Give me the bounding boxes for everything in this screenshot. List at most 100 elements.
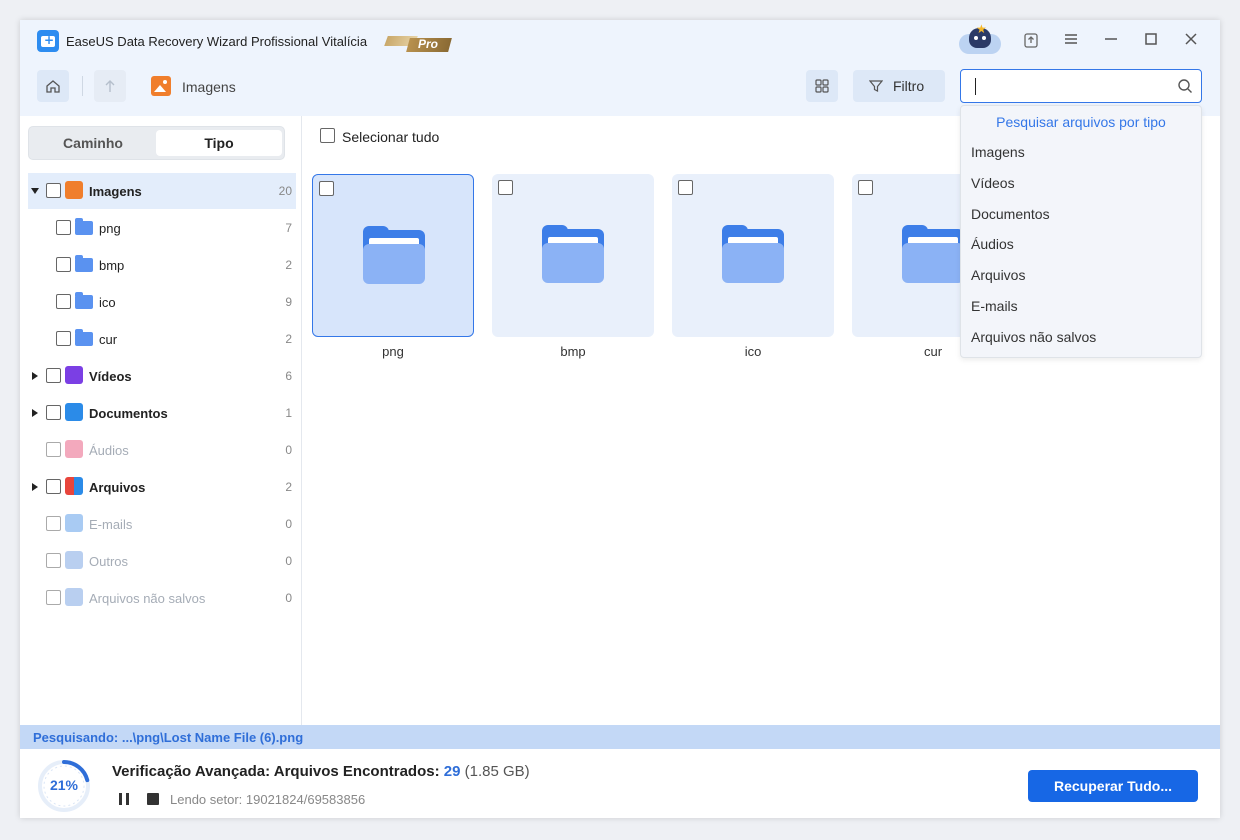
dropdown-item-emails[interactable]: E-mails <box>971 298 1018 314</box>
checkbox[interactable] <box>46 368 61 383</box>
folder-card-label: png <box>382 344 404 359</box>
select-all-checkbox[interactable] <box>320 128 335 143</box>
tree-item-png[interactable]: png 7 <box>28 210 296 246</box>
found-size: (1.85 GB) <box>464 763 530 780</box>
video-icon <box>65 366 83 384</box>
search-input[interactable] <box>973 77 1163 95</box>
menu-icon[interactable] <box>1061 31 1081 51</box>
tree-item-label: cur <box>99 332 118 347</box>
tree-item-count: 1 <box>285 406 292 420</box>
minimize-icon[interactable] <box>1101 31 1121 51</box>
recover-all-button[interactable]: Recuperar Tudo... <box>1028 770 1198 802</box>
folder-card-bmp[interactable] <box>492 174 654 337</box>
stop-icon[interactable] <box>147 793 159 805</box>
pro-badge-label: Pro <box>418 37 439 51</box>
pro-badge: Pro <box>384 32 452 52</box>
scan-title: Verificação Avançada: Arquivos Encontrad… <box>112 763 440 780</box>
tree-item-count: 2 <box>285 480 292 494</box>
folder-card-label: ico <box>744 344 762 359</box>
tree-item-label: png <box>99 221 121 236</box>
email-icon <box>65 514 83 532</box>
tab-caminho[interactable]: Caminho <box>32 130 154 156</box>
tree-item-label: Imagens <box>89 184 142 199</box>
checkbox[interactable] <box>319 181 334 196</box>
tree-item-count: 0 <box>285 554 292 568</box>
tree-item-label: Arquivos <box>89 480 146 495</box>
app-logo-icon <box>37 30 59 52</box>
other-icon <box>65 551 83 569</box>
tree-item-label: Áudios <box>89 443 129 458</box>
expand-arrow-icon[interactable] <box>32 483 38 491</box>
folder-card-png[interactable] <box>312 174 474 337</box>
search-icon[interactable] <box>1177 78 1193 94</box>
grid-icon <box>815 79 829 93</box>
grid-view-button[interactable] <box>806 70 838 102</box>
tree-item-bmp[interactable]: bmp 2 <box>28 247 296 283</box>
tab-tipo[interactable]: Tipo <box>156 130 282 156</box>
home-button[interactable] <box>37 70 69 102</box>
checkbox[interactable] <box>46 516 61 531</box>
checkbox[interactable] <box>678 180 693 195</box>
checkbox[interactable] <box>46 442 61 457</box>
checkbox[interactable] <box>56 220 71 235</box>
scan-status-strip: Pesquisando: ...\png\Lost Name File (6).… <box>20 725 1220 749</box>
folder-icon <box>722 225 784 283</box>
checkbox[interactable] <box>56 257 71 272</box>
view-mode-toggle: Caminho Tipo <box>28 126 285 160</box>
tree-item-emails[interactable]: E-mails 0 <box>28 506 296 542</box>
dropdown-item-documentos[interactable]: Documentos <box>971 206 1050 222</box>
pause-icon[interactable] <box>118 793 130 805</box>
expand-arrow-icon[interactable] <box>32 372 38 380</box>
filter-button[interactable]: Filtro <box>853 70 945 102</box>
tree-item-videos[interactable]: Vídeos 6 <box>28 358 296 394</box>
tree-item-ico[interactable]: ico 9 <box>28 284 296 320</box>
checkbox[interactable] <box>56 331 71 346</box>
upload-icon[interactable] <box>1021 31 1041 51</box>
folder-icon <box>75 292 93 309</box>
breadcrumb: Imagens <box>182 79 236 95</box>
tree-item-documentos[interactable]: Documentos 1 <box>28 395 296 431</box>
sector-status: Lendo setor: 19021824/69583856 <box>170 792 366 807</box>
progress-percent: 21% <box>49 777 79 793</box>
tree-item-count: 2 <box>285 332 292 346</box>
folder-icon <box>75 218 93 235</box>
tree-item-count: 2 <box>285 258 292 272</box>
tree-item-arquivos[interactable]: Arquivos 2 <box>28 469 296 505</box>
scan-summary: Verificação Avançada: Arquivos Encontrad… <box>112 763 530 780</box>
tree-item-cur[interactable]: cur 2 <box>28 321 296 357</box>
tree-item-label: ico <box>99 295 116 310</box>
audio-icon <box>65 440 83 458</box>
folder-icon <box>75 255 93 272</box>
dropdown-item-audios[interactable]: Áudios <box>971 236 1014 252</box>
dropdown-item-arquivos[interactable]: Arquivos <box>971 267 1025 283</box>
checkbox[interactable] <box>858 180 873 195</box>
up-folder-button[interactable] <box>94 70 126 102</box>
tree-item-label: bmp <box>99 258 125 273</box>
checkbox[interactable] <box>46 479 61 494</box>
tree-item-imagens[interactable]: Imagens 20 <box>28 173 296 209</box>
toolbar-divider <box>82 76 83 96</box>
user-avatar-icon[interactable]: ★ <box>957 22 1003 54</box>
maximize-icon[interactable] <box>1141 31 1161 51</box>
close-icon[interactable] <box>1181 31 1201 51</box>
checkbox[interactable] <box>498 180 513 195</box>
tree-item-audios[interactable]: Áudios 0 <box>28 432 296 468</box>
folder-card-ico[interactable] <box>672 174 834 337</box>
tree-item-count: 6 <box>285 369 292 383</box>
dropdown-item-videos[interactable]: Vídeos <box>971 175 1015 191</box>
search-box[interactable] <box>960 69 1202 103</box>
tree-item-nao-salvos[interactable]: Arquivos não salvos 0 <box>28 580 296 616</box>
dropdown-item-imagens[interactable]: Imagens <box>971 144 1025 160</box>
app-title: EaseUS Data Recovery Wizard Profissional… <box>66 34 368 49</box>
image-icon <box>151 76 171 96</box>
checkbox[interactable] <box>46 405 61 420</box>
expand-arrow-icon[interactable] <box>32 409 38 417</box>
collapse-arrow-icon[interactable] <box>31 188 39 194</box>
checkbox[interactable] <box>46 183 61 198</box>
tree-item-outros[interactable]: Outros 0 <box>28 543 296 579</box>
checkbox[interactable] <box>46 553 61 568</box>
checkbox[interactable] <box>56 294 71 309</box>
home-icon <box>46 80 60 93</box>
dropdown-item-nao-salvos[interactable]: Arquivos não salvos <box>971 329 1096 345</box>
checkbox[interactable] <box>46 590 61 605</box>
